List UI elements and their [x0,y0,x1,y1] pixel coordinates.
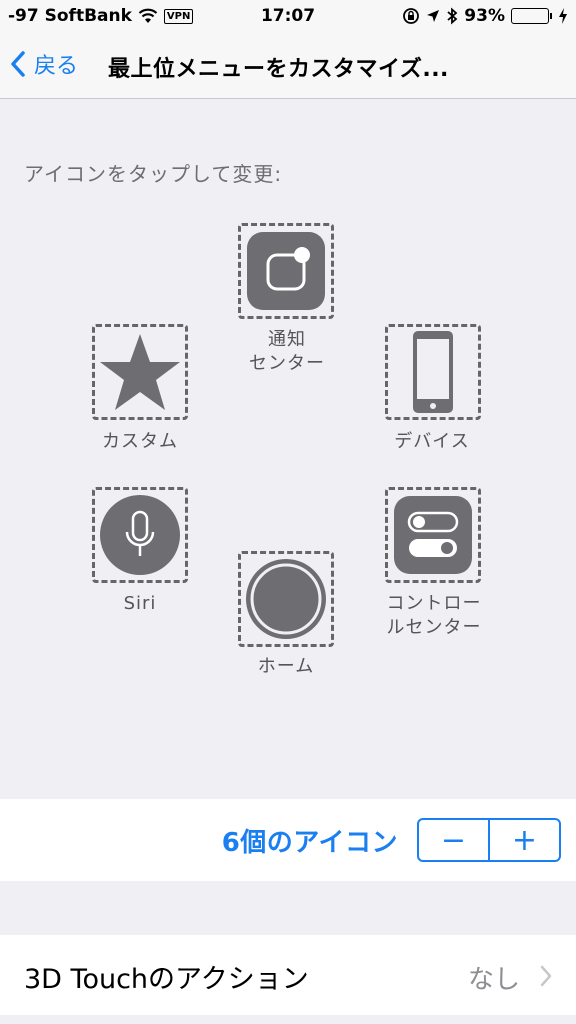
page-title: 最上位メニューをカスタマイズ... [108,57,449,82]
3d-touch-action-value: なし [467,965,520,995]
star-icon [100,334,180,410]
microphone-icon [100,495,180,575]
control-center-label: コントロー ルセンター [386,593,482,638]
icon-count-label: 6個のアイコン [221,828,398,858]
rotation-lock-icon [403,8,420,24]
notification-center-slot[interactable] [238,223,334,319]
notification-center-icon [247,232,325,310]
back-label: 戻る [34,54,79,79]
device-slot[interactable] [385,324,481,420]
control-center-slot[interactable] [385,487,481,583]
3d-touch-action-label: 3D Touchのアクション [24,964,309,995]
back-button[interactable]: 戻る [10,48,78,80]
bluetooth-icon [447,7,458,25]
battery-percent: 93% [464,6,505,26]
chevron-left-icon [11,51,25,77]
location-icon [427,10,440,22]
custom-label: カスタム [102,431,178,452]
status-bar: -97 SoftBank VPN 17:07 93% [0,0,576,34]
battery-icon [511,8,552,24]
decrement-button[interactable]: − [419,820,488,860]
charging-icon [559,8,567,24]
device-label: デバイス [394,431,470,452]
instruction-text: アイコンをタップして変更: [24,162,283,186]
siri-slot[interactable] [92,487,188,583]
siri-label: Siri [123,593,157,614]
icon-count-stepper[interactable]: − + [417,818,561,862]
increment-button[interactable]: + [490,820,559,860]
navigation-bar: 戻る 最上位メニューをカスタマイズ... [0,34,576,99]
chevron-right-icon [540,965,552,987]
control-center-icon [394,496,472,574]
custom-slot[interactable] [92,324,188,420]
3d-touch-action-row[interactable]: 3D Touchのアクション なし [0,935,576,1015]
home-label: ホーム [257,656,315,677]
notification-center-label: 通知 センター [249,329,325,374]
home-icon [246,559,326,639]
status-right: 93% [402,6,568,26]
device-icon [413,331,453,413]
home-slot[interactable] [238,551,334,647]
